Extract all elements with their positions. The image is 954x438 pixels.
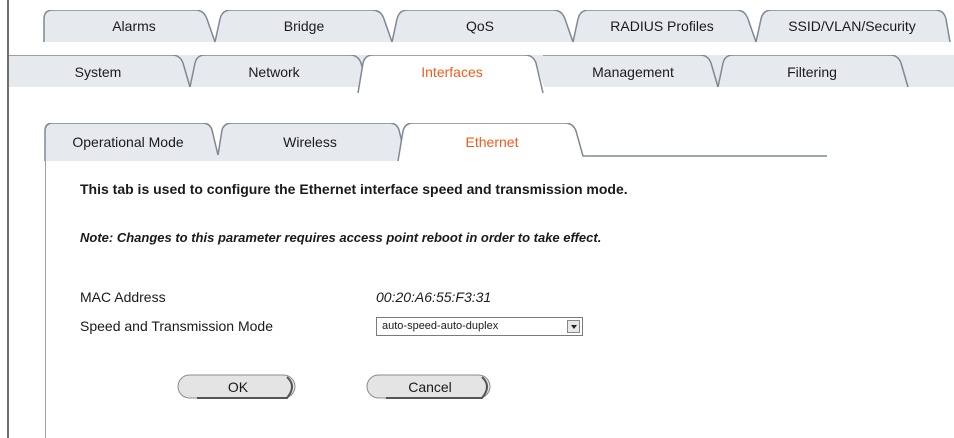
subtab-label-ethernet[interactable]: Ethernet	[466, 134, 519, 150]
tab-label-qos[interactable]: QoS	[466, 18, 494, 34]
tab-label-bridge[interactable]: Bridge	[284, 18, 324, 34]
tab-label-system[interactable]: System	[75, 64, 122, 80]
speed-mode-label: Speed and Transmission Mode	[80, 318, 273, 334]
tab-label-alarms[interactable]: Alarms	[112, 18, 156, 34]
cancel-button[interactable]: Cancel	[366, 374, 494, 400]
speed-mode-value: auto-speed-auto-duplex	[382, 320, 499, 332]
chevron-down-icon[interactable]	[567, 320, 580, 333]
subtab-label-operational-mode[interactable]: Operational Mode	[72, 134, 183, 150]
subtab-label-wireless[interactable]: Wireless	[283, 134, 337, 150]
ok-button-label: OK	[227, 379, 249, 395]
speed-mode-select[interactable]: auto-speed-auto-duplex	[376, 317, 583, 336]
tab-label-filtering[interactable]: Filtering	[787, 64, 837, 80]
mac-address-label: MAC Address	[80, 289, 166, 305]
tab-label-ssid-vlan-security[interactable]: SSID/VLAN/Security	[788, 18, 916, 34]
tab-label-interfaces[interactable]: Interfaces	[421, 64, 482, 80]
cancel-button-label: Cancel	[408, 379, 452, 395]
mac-address-value: 00:20:A6:55:F3:31	[376, 289, 492, 305]
main-tab-row: System Network Interfaces Management Fil…	[0, 55, 954, 95]
tab-label-management[interactable]: Management	[592, 64, 674, 80]
ok-button[interactable]: OK	[177, 374, 299, 400]
description-text: This tab is used to configure the Ethern…	[80, 181, 628, 197]
tab-label-network[interactable]: Network	[248, 64, 299, 80]
top-tab-row: Alarms Bridge QoS RADIUS Profiles SSID/V…	[0, 10, 954, 42]
tab-label-radius-profiles[interactable]: RADIUS Profiles	[610, 18, 713, 34]
note-text: Note: Changes to this parameter requires…	[80, 230, 602, 245]
